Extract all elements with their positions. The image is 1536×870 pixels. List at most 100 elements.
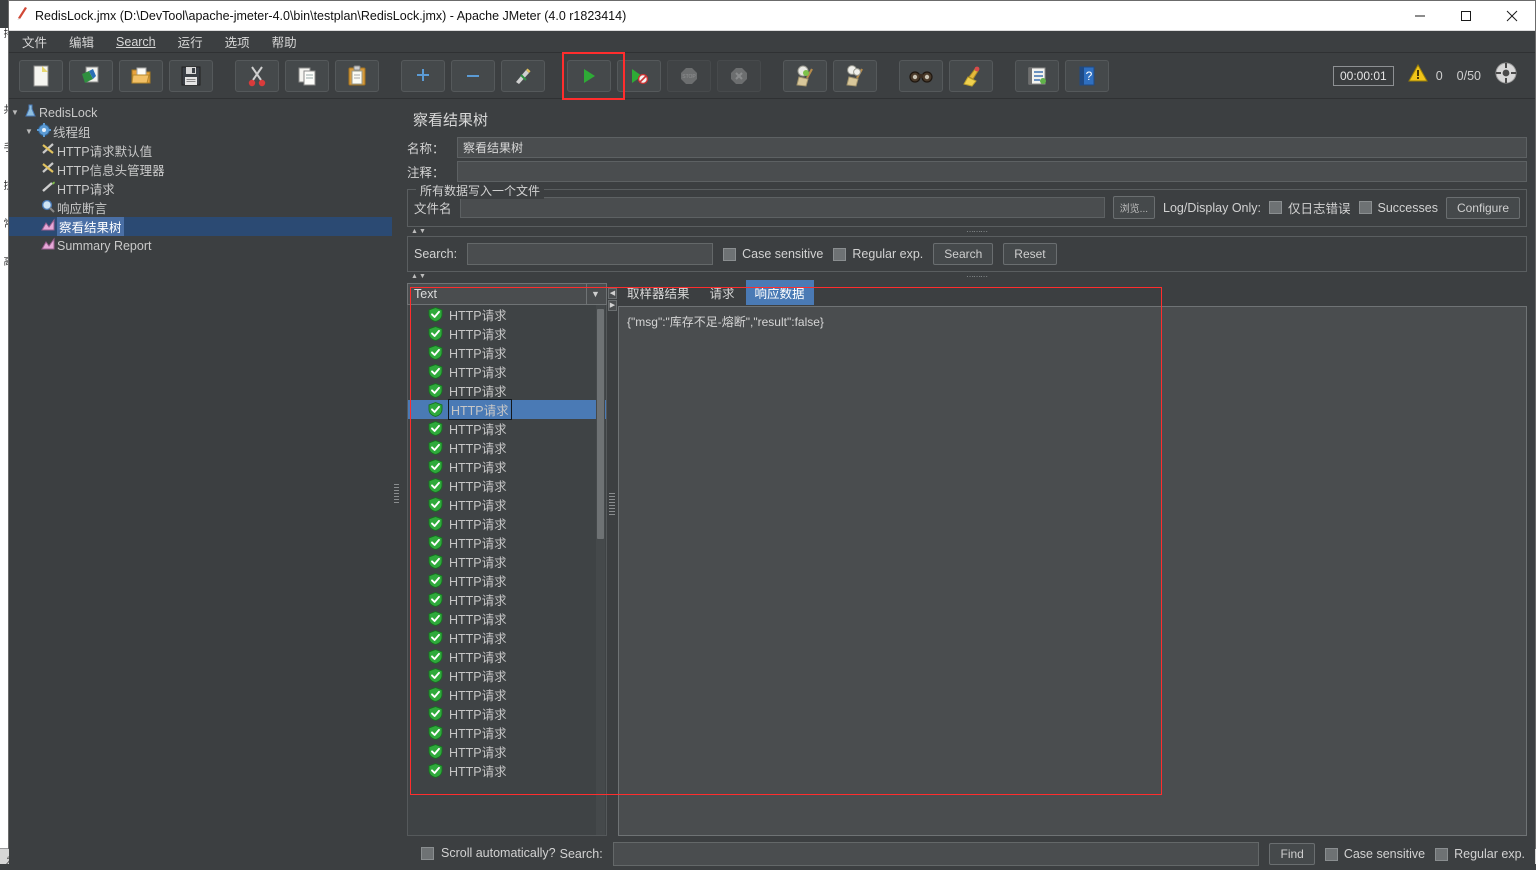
collapse-down-icon[interactable]: ▼ <box>419 228 426 236</box>
reset-search-button[interactable] <box>949 60 993 92</box>
function-helper-button[interactable] <box>1015 60 1059 92</box>
results-list-scrollbar[interactable] <box>596 305 605 835</box>
result-list-item[interactable]: HTTP请求 <box>408 742 606 761</box>
find-input[interactable] <box>613 842 1260 866</box>
result-list-item[interactable]: HTTP请求 <box>408 609 606 628</box>
chevron-down-icon[interactable]: ▼ <box>9 108 21 117</box>
expand-right-icon[interactable]: ▶ <box>608 300 617 311</box>
result-list-item[interactable]: HTTP请求 <box>408 666 606 685</box>
collapse-all-button[interactable] <box>451 60 495 92</box>
result-list-item[interactable]: HTTP请求 <box>408 552 606 571</box>
tree-node-redislock[interactable]: ▼ RedisLock <box>9 103 392 122</box>
result-list-item[interactable]: HTTP请求 <box>408 305 606 324</box>
result-list-item[interactable]: HTTP请求 <box>408 514 606 533</box>
tree-node-http-request[interactable]: HTTP请求 <box>9 179 392 198</box>
collapse-up-icon[interactable]: ▲ <box>411 228 418 236</box>
chevron-down-icon[interactable]: ▼ <box>586 284 604 304</box>
checkbox-box[interactable] <box>833 248 846 261</box>
chevron-down-icon[interactable]: ▼ <box>23 127 35 136</box>
new-button[interactable] <box>19 60 63 92</box>
tree-node-thread-group[interactable]: ▼ 线程组 <box>9 122 392 141</box>
save-button[interactable] <box>169 60 213 92</box>
scrollbar-thumb[interactable] <box>597 309 604 539</box>
splitter-grip[interactable] <box>609 493 615 515</box>
clear-button[interactable] <box>783 60 827 92</box>
result-list-item[interactable]: HTTP请求 <box>408 723 606 742</box>
menu-options[interactable]: 选项 <box>222 31 253 52</box>
browse-button[interactable]: 浏览... <box>1113 196 1155 219</box>
search-button[interactable]: Search <box>933 243 993 265</box>
result-list-item[interactable]: HTTP请求 <box>408 533 606 552</box>
tree-node-summary-report[interactable]: Summary Report <box>9 236 392 255</box>
successes-checkbox[interactable]: Successes <box>1359 201 1438 215</box>
tree-panel-splitter[interactable] <box>392 99 401 870</box>
comment-input[interactable] <box>457 161 1527 182</box>
menu-run[interactable]: 运行 <box>175 31 206 52</box>
find-regex-checkbox[interactable]: Regular exp. <box>1435 847 1525 861</box>
find-button[interactable]: Find <box>1269 843 1314 865</box>
templates-button[interactable] <box>69 60 113 92</box>
errors-only-checkbox[interactable]: 仅日志错误 <box>1269 198 1351 217</box>
sample-results-list[interactable]: HTTP请求HTTP请求HTTP请求HTTP请求HTTP请求HTTP请求HTTP… <box>407 305 607 836</box>
test-plan-tree[interactable]: ▼ RedisLock ▼ 线程组 HTTP请求默认值 <box>9 99 392 870</box>
result-list-item[interactable]: HTTP请求 <box>408 324 606 343</box>
menu-search[interactable]: Search <box>113 34 159 50</box>
result-list-item[interactable]: HTTP请求 <box>408 343 606 362</box>
result-list-item[interactable]: HTTP请求 <box>408 647 606 666</box>
result-list-item[interactable]: HTTP请求 <box>408 628 606 647</box>
filename-input[interactable] <box>460 197 1105 218</box>
close-button[interactable] <box>1489 1 1535 31</box>
expand-all-button[interactable] <box>401 60 445 92</box>
menu-file[interactable]: 文件 <box>19 31 50 52</box>
checkbox-box[interactable] <box>1269 201 1282 214</box>
search-regex-checkbox[interactable]: Regular exp. <box>833 247 923 261</box>
checkbox-box[interactable] <box>421 847 434 860</box>
search-input[interactable] <box>467 243 713 265</box>
result-list-item[interactable]: HTTP请求 <box>408 419 606 438</box>
renderer-select[interactable]: Text ▼ <box>407 283 607 305</box>
collapse-down-icon[interactable]: ▼ <box>419 273 426 281</box>
result-list-item[interactable]: HTTP请求 <box>408 571 606 590</box>
remote-engines-icon[interactable] <box>1495 62 1517 89</box>
minimize-button[interactable] <box>1397 1 1443 31</box>
checkbox-box[interactable] <box>1359 201 1372 214</box>
results-splitter[interactable]: ◀ ▶ <box>607 283 618 836</box>
tree-node-http-defaults[interactable]: HTTP请求默认值 <box>9 141 392 160</box>
expander-row-top[interactable]: ▲ ▼ ⋯⋯⋯ <box>407 227 1527 236</box>
tab-sampler-result[interactable]: 取样器结果 <box>618 280 699 305</box>
toggle-button[interactable] <box>501 60 545 92</box>
tree-node-header-manager[interactable]: HTTP信息头管理器 <box>9 160 392 179</box>
find-case-sensitive-checkbox[interactable]: Case sensitive <box>1325 847 1425 861</box>
clear-all-button[interactable] <box>833 60 877 92</box>
tree-node-response-assertion[interactable]: 响应断言 <box>9 198 392 217</box>
menu-help[interactable]: 帮助 <box>269 31 300 52</box>
maximize-button[interactable] <box>1443 1 1489 31</box>
response-data-text[interactable]: {"msg":"库存不足-熔断","result":false} <box>618 306 1527 836</box>
splitter-grip[interactable] <box>394 484 399 504</box>
result-list-item[interactable]: HTTP请求 <box>408 400 606 419</box>
search-button[interactable] <box>899 60 943 92</box>
scroll-automatically-checkbox[interactable]: Scroll automatically? <box>407 846 556 860</box>
result-list-item[interactable]: HTTP请求 <box>408 438 606 457</box>
paste-button[interactable] <box>335 60 379 92</box>
help-button[interactable]: ? <box>1065 60 1109 92</box>
result-list-item[interactable]: HTTP请求 <box>408 476 606 495</box>
tree-node-view-results-tree[interactable]: 察看结果树 <box>9 217 392 236</box>
expander-row-bottom[interactable]: ▲ ▼ ⋯⋯⋯ <box>407 272 1527 281</box>
result-list-item[interactable]: HTTP请求 <box>408 761 606 780</box>
checkbox-box[interactable] <box>723 248 736 261</box>
result-list-item[interactable]: HTTP请求 <box>408 590 606 609</box>
search-case-sensitive-checkbox[interactable]: Case sensitive <box>723 247 823 261</box>
cut-button[interactable] <box>235 60 279 92</box>
result-list-item[interactable]: HTTP请求 <box>408 704 606 723</box>
open-button[interactable] <box>119 60 163 92</box>
checkbox-box[interactable] <box>1435 848 1448 861</box>
start-no-pauses-button[interactable] <box>617 60 661 92</box>
collapse-left-icon[interactable]: ◀ <box>608 288 617 299</box>
reset-button[interactable]: Reset <box>1003 243 1056 265</box>
collapse-up-icon[interactable]: ▲ <box>411 273 418 281</box>
tab-response-data[interactable]: 响应数据 <box>746 280 814 305</box>
checkbox-box[interactable] <box>1325 848 1338 861</box>
result-list-item[interactable]: HTTP请求 <box>408 495 606 514</box>
menu-edit[interactable]: 编辑 <box>66 31 97 52</box>
